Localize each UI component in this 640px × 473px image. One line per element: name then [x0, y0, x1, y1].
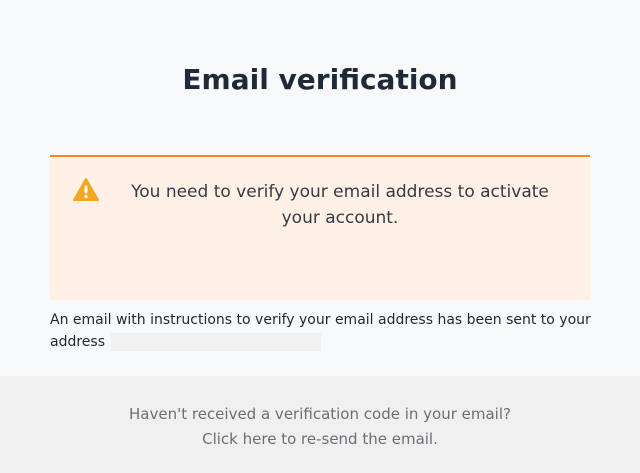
- warning-alert: You need to verify your email address to…: [50, 155, 590, 300]
- warning-icon: [72, 177, 100, 203]
- resend-question: Haven't received a verification code in …: [129, 405, 511, 423]
- resend-email-link[interactable]: Click here to re-send the email.: [0, 427, 640, 452]
- info-message: An email with instructions to verify you…: [50, 309, 595, 353]
- main-section: Email verification You need to verify yo…: [0, 0, 640, 376]
- page-title: Email verification: [182, 63, 458, 96]
- resend-section: Haven't received a verification code in …: [0, 402, 640, 452]
- email-address-placeholder: [111, 333, 322, 351]
- email-verification-page: Email verification You need to verify yo…: [0, 0, 640, 473]
- alert-message: You need to verify your email address to…: [131, 182, 549, 228]
- footer: Haven't received a verification code in …: [0, 376, 640, 473]
